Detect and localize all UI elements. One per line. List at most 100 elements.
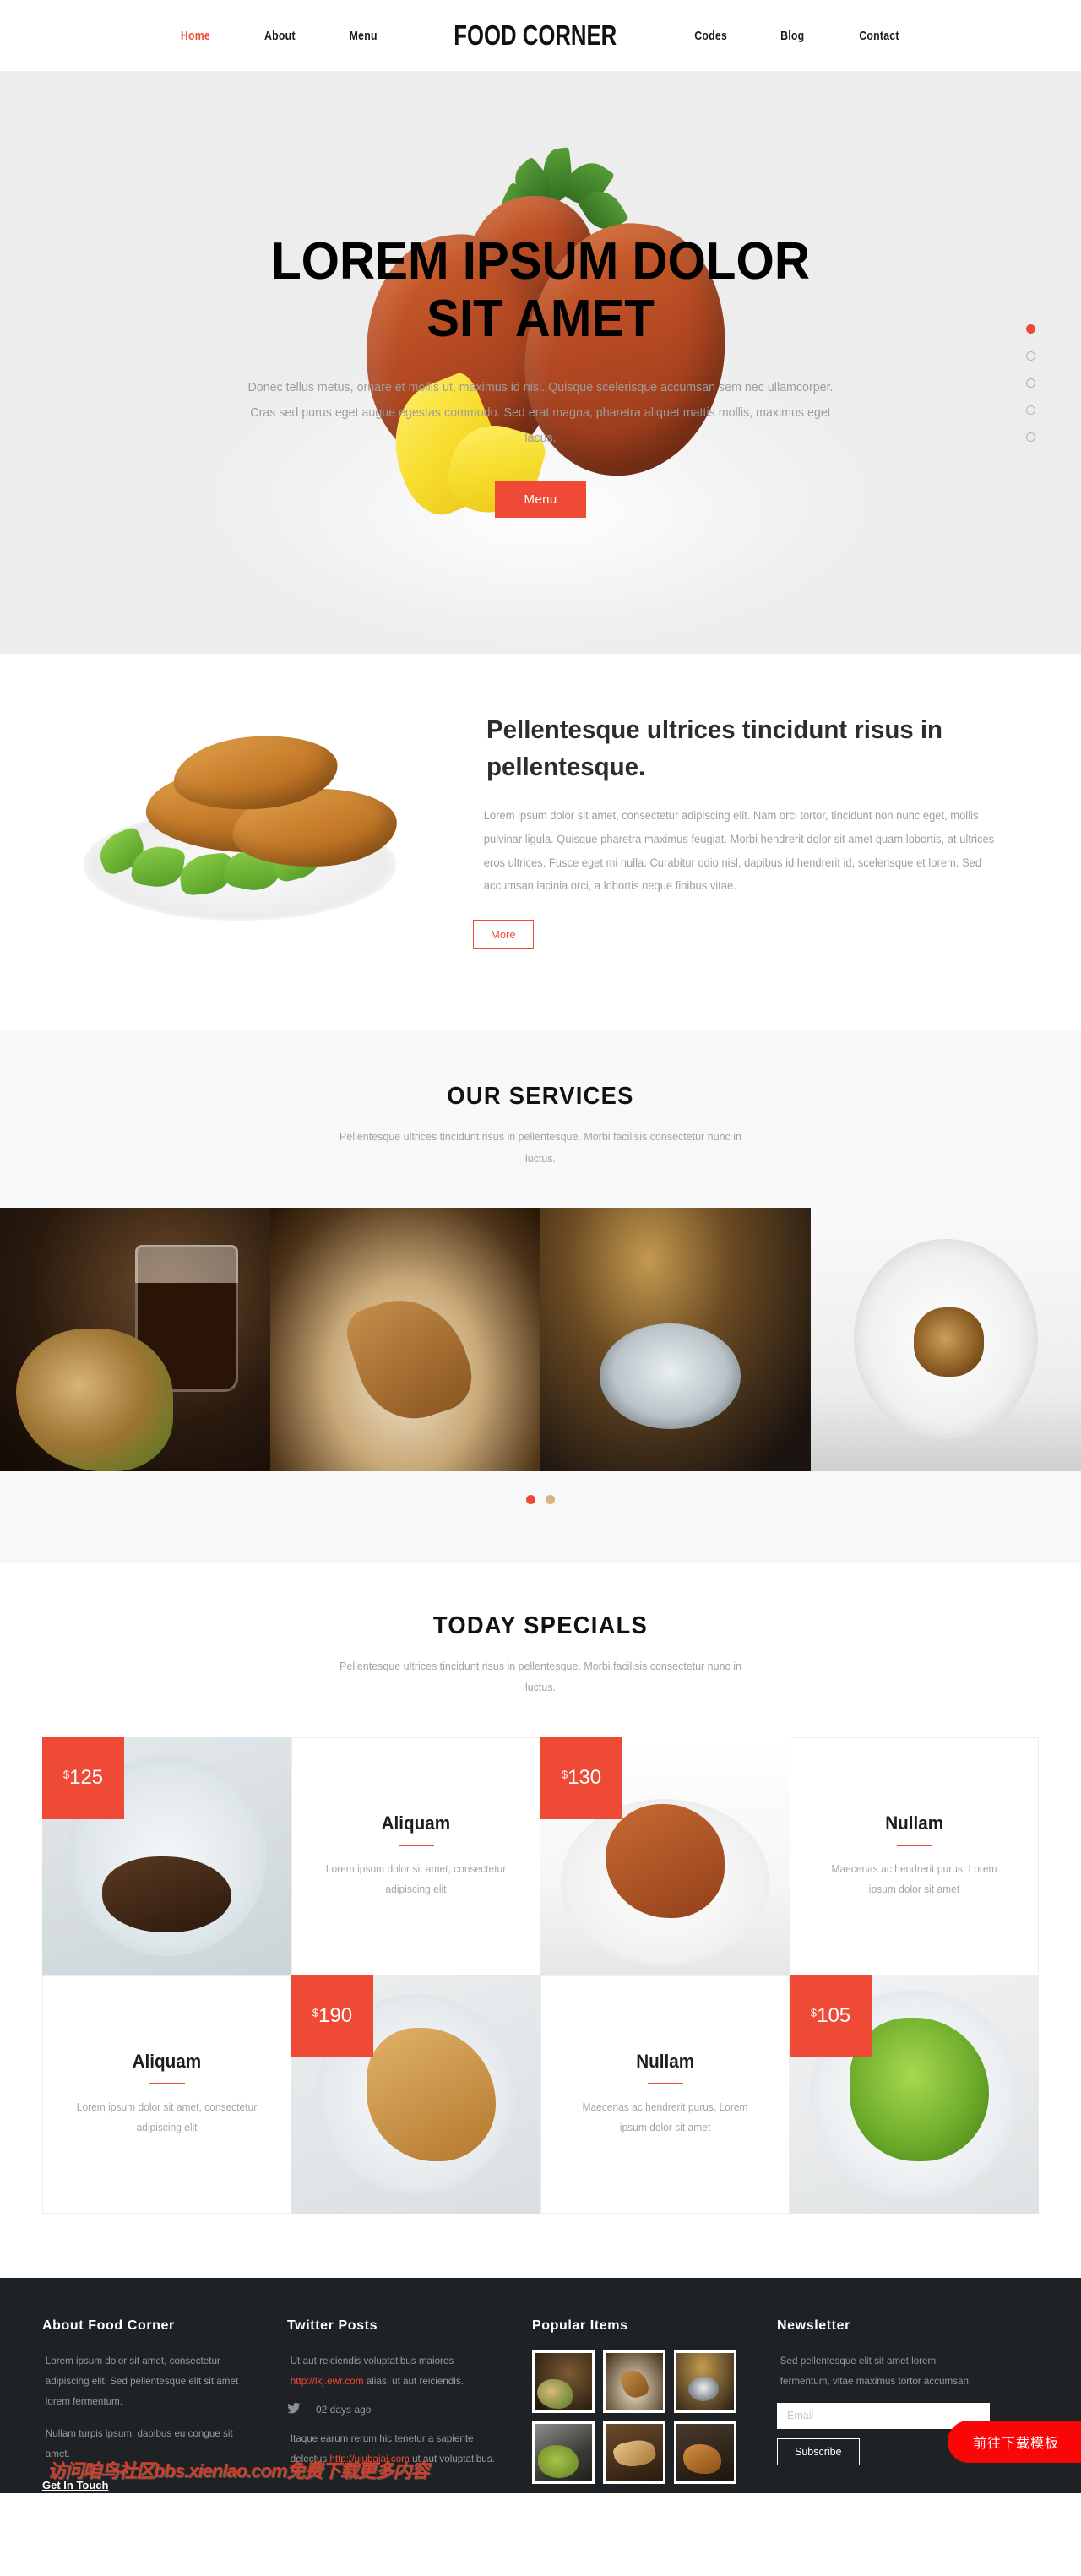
special-divider-2 bbox=[896, 1845, 932, 1847]
grilled-chops-photo bbox=[270, 1207, 540, 1471]
popular-thumb-skewers[interactable] bbox=[603, 2421, 665, 2484]
hero-slider: LOREM IPSUM DOLOR SIT AMET Donec tellus … bbox=[0, 71, 1081, 654]
popular-thumb-grilled-veg[interactable] bbox=[532, 2421, 595, 2484]
specials-subtitle: Pellentesque ultrices tincidunt risus in… bbox=[340, 1659, 741, 1694]
special-image-4[interactable]: $105 bbox=[790, 1975, 1039, 2214]
footer-about-p1: Lorem ipsum dolor sit amet, consectetur … bbox=[45, 2354, 239, 2407]
currency-symbol-2: $ bbox=[561, 1768, 568, 1781]
hero-dot-3[interactable] bbox=[1026, 378, 1035, 388]
hero-dot-2[interactable] bbox=[1026, 351, 1035, 361]
special-card-2[interactable]: Nullam Maecenas ac hendrerit purus. Lore… bbox=[790, 1736, 1039, 1975]
popular-thumb-fried-wings[interactable] bbox=[674, 2421, 736, 2484]
services-carousel-dots bbox=[0, 1470, 1081, 1563]
newsletter-subscribe-button[interactable]: Subscribe bbox=[777, 2437, 860, 2465]
primary-nav-right: Codes Blog Contact bbox=[691, 29, 904, 43]
about-image-wrap bbox=[0, 709, 473, 949]
footer-twitter-heading: Twitter Posts bbox=[287, 2318, 378, 2333]
nav-item-home[interactable]: Home bbox=[181, 29, 210, 43]
price-amount-4: 105 bbox=[817, 2004, 851, 2028]
footer-tweet-1: Ut aut reiciendis voluptatibus maiores h… bbox=[291, 2350, 497, 2391]
primary-nav-left: Home About Menu bbox=[177, 29, 380, 43]
site-footer: About Food Corner Lorem ipsum dolor sit … bbox=[0, 2277, 1081, 2493]
special-image-3[interactable]: $190 bbox=[291, 1975, 540, 2214]
special-price-badge-2: $130 bbox=[540, 1736, 622, 1819]
hero-menu-button[interactable]: Menu bbox=[495, 481, 586, 519]
popular-thumb-table-setting[interactable] bbox=[674, 2350, 736, 2413]
specials-grid: $125 Aliquam Lorem ipsum dolor sit amet,… bbox=[42, 1736, 1039, 2214]
special-name-2: Nullam bbox=[885, 1812, 943, 1834]
site-logo[interactable]: FOOD CORNER bbox=[454, 19, 617, 52]
special-desc-1: Lorem ipsum dolor sit amet, consectetur … bbox=[325, 1863, 507, 1895]
hero-dot-4[interactable] bbox=[1026, 405, 1035, 415]
twitter-icon bbox=[287, 2402, 301, 2416]
popular-thumb-sandwich-coffee[interactable] bbox=[532, 2350, 595, 2413]
special-card-3[interactable]: Aliquam Lorem ipsum dolor sit amet, cons… bbox=[42, 1975, 291, 2214]
nav-item-about[interactable]: About bbox=[264, 29, 296, 43]
services-title: OUR SERVICES bbox=[447, 1083, 634, 1111]
service-slide-sandwich-and-coffee[interactable] bbox=[0, 1207, 270, 1471]
about-more-button[interactable]: More bbox=[473, 920, 534, 950]
services-section: OUR SERVICES Pellentesque ultrices tinci… bbox=[0, 1030, 1081, 1563]
nav-item-contact[interactable]: Contact bbox=[859, 29, 899, 43]
hero-slider-dots bbox=[1026, 324, 1035, 442]
services-subtitle: Pellentesque ultrices tincidunt risus in… bbox=[340, 1130, 741, 1165]
footer-newsletter-column: Newsletter Sed pellentesque elit sit ame… bbox=[777, 2318, 1022, 2493]
footer-popular-column: Popular Items bbox=[532, 2318, 777, 2493]
hero-content: LOREM IPSUM DOLOR SIT AMET Donec tellus … bbox=[0, 71, 1081, 519]
hero-title: LOREM IPSUM DOLOR SIT AMET bbox=[32, 232, 1048, 349]
nav-item-codes[interactable]: Codes bbox=[694, 29, 727, 43]
footer-about-heading: About Food Corner bbox=[42, 2318, 175, 2333]
special-price-badge-4: $105 bbox=[790, 1975, 872, 2057]
tweet-1-link[interactable]: http://lkj.ewr.com bbox=[291, 2375, 364, 2387]
nav-item-blog[interactable]: Blog bbox=[780, 29, 804, 43]
services-dot-2[interactable] bbox=[546, 1494, 555, 1504]
tweet-1-meta: 02 days ago bbox=[287, 2402, 500, 2416]
special-card-1[interactable]: Aliquam Lorem ipsum dolor sit amet, cons… bbox=[291, 1736, 540, 1975]
footer-newsletter-text: Sed pellentesque elit sit amet lorem fer… bbox=[780, 2354, 972, 2387]
special-desc-3: Lorem ipsum dolor sit amet, consectetur … bbox=[76, 2101, 258, 2133]
popular-thumb-lamb-chop[interactable] bbox=[603, 2350, 665, 2413]
table-setting-photo bbox=[540, 1207, 811, 1471]
hero-title-line-1: LOREM IPSUM DOLOR bbox=[271, 232, 810, 291]
hero-dot-5[interactable] bbox=[1026, 432, 1035, 442]
price-amount-1: 125 bbox=[69, 1766, 104, 1790]
site-header: Home About Menu FOOD CORNER Codes Blog C… bbox=[0, 0, 1081, 71]
hero-dot-1[interactable] bbox=[1026, 324, 1035, 334]
footer-popular-heading: Popular Items bbox=[532, 2318, 628, 2333]
special-name-4: Nullam bbox=[636, 2051, 694, 2073]
footer-newsletter-heading: Newsletter bbox=[777, 2318, 850, 2333]
services-carousel[interactable] bbox=[0, 1207, 1081, 1471]
currency-symbol-1: $ bbox=[62, 1768, 70, 1781]
gourmet-dish-photo bbox=[811, 1207, 1081, 1471]
special-image-2[interactable]: $130 bbox=[540, 1736, 790, 1975]
site-watermark: 访问咱鸟社区bbs.xienlao.com免费下载更多内容 bbox=[47, 2459, 429, 2481]
download-template-badge[interactable]: 前往下载模板 bbox=[947, 2420, 1081, 2463]
specials-title: TODAY SPECIALS bbox=[432, 1611, 649, 1639]
service-slide-restaurant-table-setting[interactable] bbox=[540, 1207, 811, 1471]
special-card-4[interactable]: Nullam Maecenas ac hendrerit purus. Lore… bbox=[540, 1975, 790, 2214]
special-name-3: Aliquam bbox=[132, 2051, 202, 2073]
tweet-1-pre: Ut aut reiciendis voluptatibus maiores bbox=[290, 2354, 454, 2367]
nav-item-menu[interactable]: Menu bbox=[350, 29, 378, 43]
special-name-1: Aliquam bbox=[381, 1812, 451, 1834]
hero-subtitle: Donec tellus metus, ornare et mollis ut,… bbox=[247, 380, 834, 446]
specials-section: TODAY SPECIALS Pellentesque ultrices tin… bbox=[0, 1562, 1081, 2278]
popular-items-grid bbox=[532, 2350, 745, 2484]
price-amount-2: 130 bbox=[568, 1766, 602, 1790]
sandwich-coffee-photo bbox=[0, 1207, 270, 1471]
special-desc-2: Maecenas ac hendrerit purus. Lorem ipsum… bbox=[831, 1863, 997, 1895]
special-divider-4 bbox=[647, 2083, 683, 2085]
service-slide-grilled-chops[interactable] bbox=[270, 1207, 540, 1471]
special-divider-1 bbox=[398, 1845, 434, 1847]
currency-symbol-4: $ bbox=[810, 2006, 818, 2019]
service-slide-plated-gourmet-dish[interactable] bbox=[811, 1207, 1081, 1471]
price-amount-3: 190 bbox=[318, 2004, 353, 2028]
services-dot-1[interactable] bbox=[526, 1494, 535, 1504]
hero-title-line-2: SIT AMET bbox=[426, 290, 655, 349]
about-image bbox=[55, 721, 418, 949]
special-image-1[interactable]: $125 bbox=[42, 1736, 291, 1975]
about-section: Pellentesque ultrices tincidunt risus in… bbox=[0, 654, 1081, 1031]
special-price-badge-1: $125 bbox=[42, 1736, 124, 1819]
special-divider-3 bbox=[149, 2083, 185, 2085]
about-heading: Pellentesque ultrices tincidunt risus in… bbox=[486, 715, 943, 782]
